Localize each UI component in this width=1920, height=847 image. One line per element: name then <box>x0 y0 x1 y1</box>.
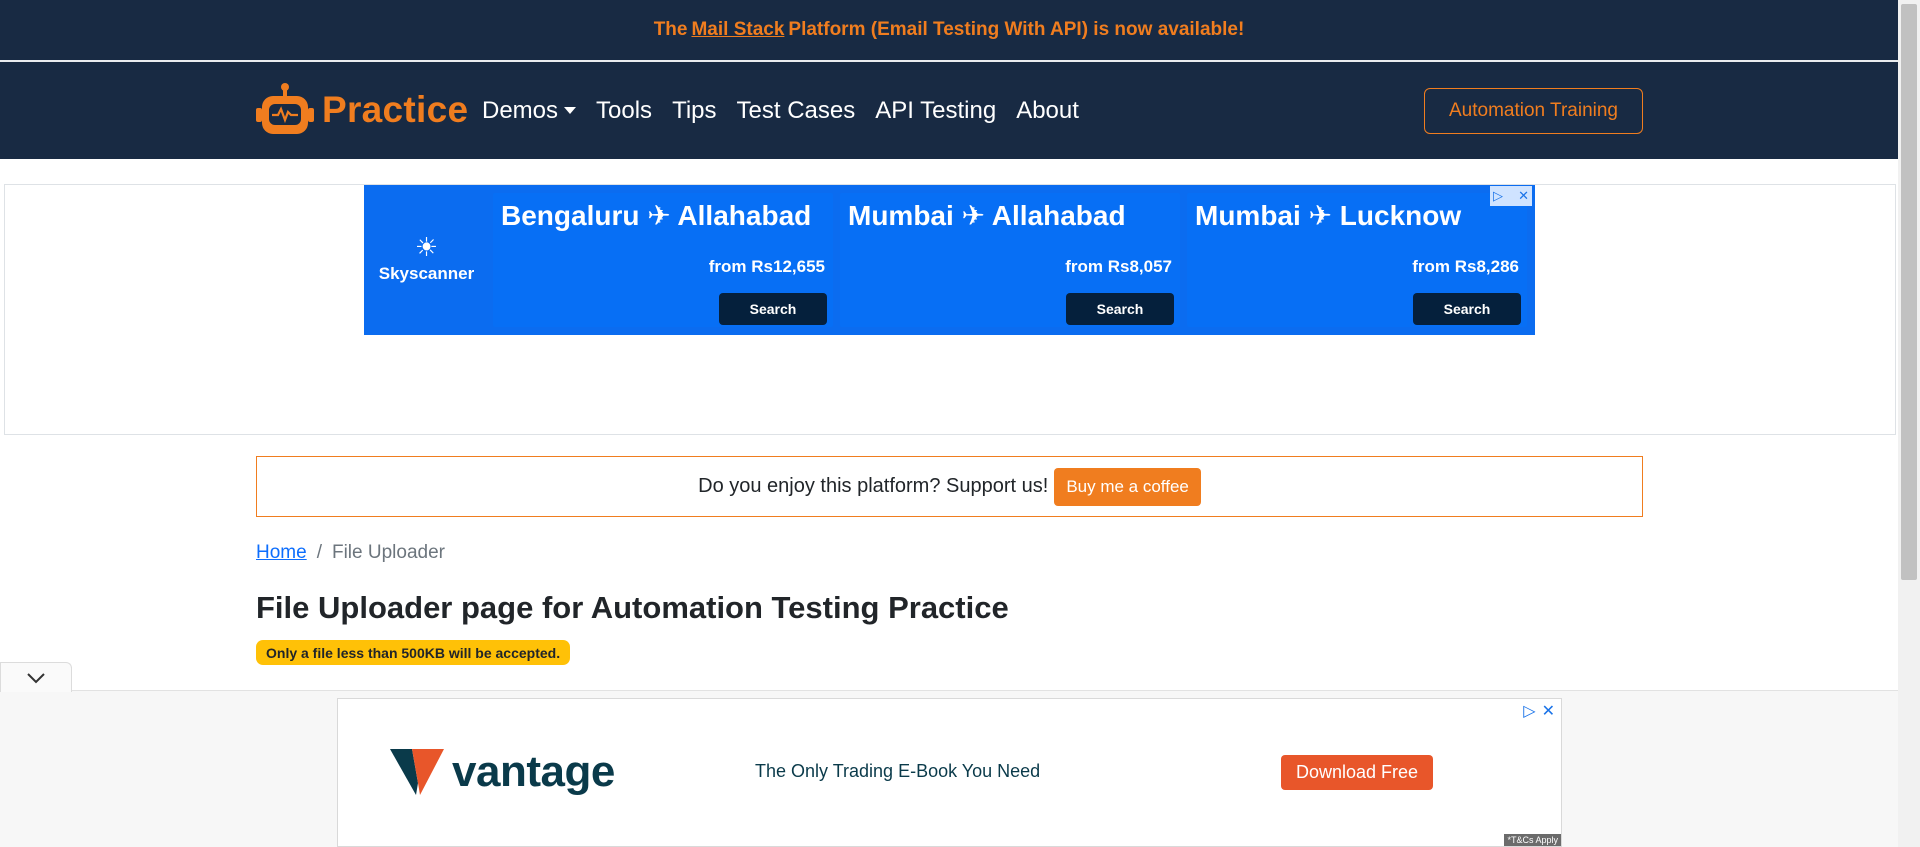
breadcrumb-current: File Uploader <box>331 542 445 563</box>
nav-links: Demos Tools Tips Test Cases API Testing … <box>482 62 1099 159</box>
page-scrollbar[interactable] <box>1898 0 1920 847</box>
ad-route: Mumbai ✈ Lucknow <box>1195 200 1462 231</box>
announcement-bar: The Mail Stack Platform (Email Testing W… <box>0 0 1898 62</box>
vantage-ad[interactable]: vantage The Only Trading E-Book You Need… <box>337 698 1562 847</box>
ad-search-button[interactable]: Search <box>1413 293 1521 325</box>
ad-choices[interactable]: ▷ ✕ <box>1523 701 1555 721</box>
skyscanner-logo: ☀ Skyscanner <box>364 185 489 335</box>
sunrise-icon: ☀ <box>414 232 439 262</box>
page-title: File Uploader page for Automation Testin… <box>256 590 1009 625</box>
ad-choices[interactable]: ▷ ✕ <box>1490 186 1532 206</box>
chevron-down-icon <box>27 672 45 683</box>
breadcrumb: Home / File Uploader <box>256 542 445 564</box>
ad-search-button[interactable]: Search <box>719 293 827 325</box>
file-size-badge: Only a file less than 500KB will be acce… <box>256 640 571 665</box>
scrollbar-thumb[interactable] <box>1901 4 1917 580</box>
vantage-v-icon <box>390 749 444 795</box>
nav-test-cases[interactable]: Test Cases <box>737 97 856 125</box>
ad-route: Bengaluru ✈ Allahabad <box>501 200 812 231</box>
nav-demos[interactable]: Demos <box>482 96 577 125</box>
ad-panel[interactable]: Bengaluru ✈ Allahabad from Rs12,655 Sear… <box>493 193 833 327</box>
robot-logo-icon <box>256 83 314 134</box>
nav-tips[interactable]: Tips <box>672 97 716 125</box>
ad-price: from Rs8,057 <box>1065 257 1172 276</box>
ad-search-button[interactable]: Search <box>1066 293 1174 325</box>
vantage-logo: vantage <box>390 747 615 797</box>
ad-price: from Rs12,655 <box>708 257 825 276</box>
support-box: Do you enjoy this platform? Support us! … <box>256 456 1643 517</box>
announcement-link[interactable]: Mail Stack <box>691 19 784 41</box>
brand-name: Practice <box>322 89 469 130</box>
nav-about[interactable]: About <box>1016 97 1079 125</box>
brand-link[interactable]: Practice <box>256 82 468 138</box>
nav-tools[interactable]: Tools <box>596 97 652 125</box>
ad-panel[interactable]: Mumbai ✈ Lucknow from Rs8,286 Search <box>1187 193 1527 327</box>
ad-panel[interactable]: Mumbai ✈ Allahabad from Rs8,057 Search <box>840 193 1180 327</box>
caret-down-icon <box>564 107 577 114</box>
tcs-label: *T&Cs Apply <box>1504 834 1561 846</box>
automation-training-button[interactable]: Automation Training <box>1424 88 1643 134</box>
skyscanner-name: Skyscanner <box>378 264 475 283</box>
ad-choices-icon[interactable]: ▷ <box>1493 188 1503 204</box>
vantage-name: vantage <box>452 747 615 796</box>
skyscanner-ad[interactable]: ☀ Skyscanner Bengaluru ✈ Allahabad from … <box>364 185 1535 335</box>
close-icon[interactable]: ✕ <box>1542 701 1555 721</box>
announcement-suffix: Platform (Email Testing With API) is now… <box>788 19 1245 40</box>
nav-demos-label: Demos <box>482 96 559 124</box>
announcement-prefix: The <box>653 19 688 40</box>
nav-api-testing[interactable]: API Testing <box>875 97 996 125</box>
buy-coffee-button[interactable]: Buy me a coffee <box>1054 467 1201 506</box>
ad-price: from Rs8,286 <box>1412 257 1519 276</box>
close-icon[interactable]: ✕ <box>1518 188 1529 204</box>
ad-choices-icon[interactable]: ▷ <box>1523 701 1535 721</box>
navbar: Practice Demos Tools Tips Test Cases API… <box>0 62 1898 159</box>
vantage-tagline: The Only Trading E-Book You Need <box>755 761 1041 781</box>
support-text: Do you enjoy this platform? Support us! <box>698 475 1049 497</box>
ad-route: Mumbai ✈ Allahabad <box>848 200 1126 231</box>
collapse-ad-button[interactable] <box>0 662 72 692</box>
page: The Mail Stack Platform (Email Testing W… <box>0 0 1920 847</box>
download-free-button[interactable]: Download Free <box>1281 755 1433 790</box>
breadcrumb-home[interactable]: Home <box>256 542 307 564</box>
breadcrumb-separator: / <box>316 542 322 563</box>
